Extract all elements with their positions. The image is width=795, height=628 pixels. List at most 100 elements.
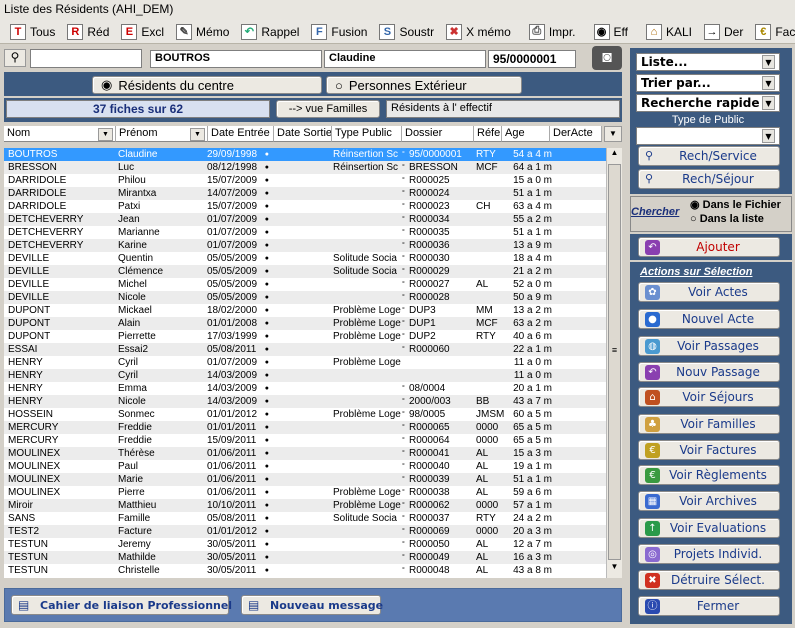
radio-exterieurs[interactable]: ○ Personnes Extérieur — [326, 76, 522, 94]
table-row[interactable]: HENRY Emma 14/03/2009 08/0004 ° 20 a 1 m — [4, 382, 606, 395]
table-row[interactable]: DETCHEVERRY Jean 01/07/2009 R000034 ° 55 a 2 … — [4, 213, 606, 226]
toolbar-button-12[interactable]: → Der — [698, 21, 749, 43]
footer-panel: ▤ Cahier de liaison Professionnel ▤ Nouvea… — [4, 588, 622, 622]
column-header[interactable]: Age — [502, 126, 550, 142]
action-button-12[interactable]: ✖ Détruire Sélect. — [638, 570, 780, 590]
action-button-2[interactable]: ● Nouvel Acte — [638, 309, 780, 329]
toolbar-button-2[interactable]: R Réd — [61, 21, 115, 43]
action-button-3[interactable]: ◍ Voir Passages — [638, 336, 780, 356]
rech-service-button[interactable]: ⚲ Rech/Service — [638, 146, 780, 166]
scroll-thumb[interactable]: ≡ — [608, 164, 621, 560]
column-header[interactable]: Dossier — [402, 126, 474, 142]
dans-fichier-label: Dans le Fichier — [702, 199, 781, 211]
action-button-13[interactable]: ⓘ Fermer — [638, 596, 780, 616]
table-row[interactable]: DEVILLE Quentin 05/05/2009 Solitude Socia R0… — [4, 252, 606, 265]
table-row[interactable]: MOULINEX Paul 01/06/2011 R000040 ° AL 19 a 1 m — [4, 460, 606, 473]
scroll-down-icon[interactable]: ▼ — [607, 562, 622, 576]
table-row[interactable]: TESTUN Jeremy 30/05/2011 R000050 ° AL 12 a 7 m — [4, 538, 606, 551]
table-row[interactable]: Miroir Matthieu 10/10/2011 Problème Loge R00… — [4, 499, 606, 512]
search-input[interactable] — [30, 49, 142, 68]
type-public-dropdown[interactable]: ▼ — [636, 127, 780, 145]
table-row[interactable]: HOSSEIN Sonmec 01/01/2012 Problème Loge 98/0… — [4, 408, 606, 421]
header-menu-icon[interactable]: ▼ — [604, 126, 622, 142]
camera-icon[interactable]: ◙ — [592, 46, 622, 70]
table-cell: 21 a 2 m — [513, 266, 552, 277]
toolbar-button-1[interactable]: T Tous — [4, 21, 61, 43]
toolbar-button-9[interactable]: ⎙ Impr. — [523, 21, 582, 43]
table-cell: 63 a 4 m — [513, 201, 552, 212]
table-row[interactable]: MOULINEX Marie 01/06/2011 R000039 ° AL 51 a 1 … — [4, 473, 606, 486]
toolbar-button-3[interactable]: E Excl — [115, 21, 170, 43]
column-header[interactable]: Date Sortie — [274, 126, 332, 142]
table-row[interactable]: HENRY Cyril 01/07/2009 Problème Loge 11 a 0 … — [4, 356, 606, 369]
vertical-scrollbar[interactable]: ▲ ≡ ▼ — [606, 148, 622, 578]
table-row[interactable]: DUPONT Alain 01/01/2008 Problème Loge DUP1 ° M… — [4, 317, 606, 330]
table-row[interactable]: DUPONT Mickael 18/02/2000 Problème Loge DUP3… — [4, 304, 606, 317]
table-cell: 65 a 5 m — [513, 435, 552, 446]
table-row[interactable]: SANS Famille 05/08/2011 Solitude Socia R0000… — [4, 512, 606, 525]
table-row[interactable]: BOUTROS Claudine 29/09/1998 Réinsertion Sc 9… — [4, 148, 606, 162]
column-header[interactable]: DerActe — [550, 126, 602, 142]
toolbar-button-8[interactable]: ✖ X mémo — [440, 21, 517, 43]
table-cell: 01/06/2011 — [207, 473, 269, 486]
exclure-icon: E — [121, 23, 138, 40]
action-button-7[interactable]: € Voir Factures — [638, 440, 780, 460]
table-row[interactable]: TEST2 Facture 01/01/2012 R000069 ° 0000 20 a 3… — [4, 525, 606, 538]
toolbar-button-11[interactable]: ⌂ KALI — [640, 21, 698, 43]
action-button-11[interactable]: ◎ Projets Individ. — [638, 544, 780, 564]
table-row[interactable]: TESTUN Mathilde 30/05/2011 R000049 ° AL 16 a 3… — [4, 551, 606, 564]
toolbar-button-6[interactable]: F Fusion — [305, 21, 373, 43]
toolbar-button-5[interactable]: ↶ Rappel — [235, 21, 305, 43]
table-row[interactable]: HENRY Nicole 14/03/2009 2000/003 ° BB 43 a 7 m — [4, 395, 606, 408]
table-row[interactable]: MERCURY Freddie 01/01/2011 R000065 ° 0000 65 a… — [4, 421, 606, 434]
action-button-5[interactable]: ⌂ Voir Séjours — [638, 387, 780, 407]
toolbar-button-4[interactable]: ✎ Mémo — [170, 21, 235, 43]
table-row[interactable]: DUPONT Pierrette 17/03/1999 Problème Loge DU… — [4, 330, 606, 343]
search-icon[interactable]: ⚲ — [4, 49, 26, 67]
table-row[interactable]: DARRIDOLE Patxi 15/07/2009 R000023 ° CH 63 a 4… — [4, 200, 606, 213]
table-row[interactable]: TESTUN Christelle 30/05/2011 R000048 ° AL 43 a… — [4, 564, 606, 577]
chevron-down-icon[interactable]: ▼ — [98, 128, 113, 141]
action-button-6[interactable]: ♣ Voir Familles — [638, 414, 780, 434]
liste-dropdown[interactable]: Liste... ▼ — [636, 53, 780, 71]
table-row[interactable]: DEVILLE Michel 05/05/2009 R000027 ° AL 52 a 0 … — [4, 278, 606, 291]
action-button-10[interactable]: ↑ Voir Evaluations — [638, 518, 780, 538]
table-cell: Solitude Socia — [333, 266, 397, 277]
table-row[interactable]: ESSAI Essai2 05/08/2011 R000060 ° 22 a 1 m — [4, 343, 606, 356]
table-row[interactable]: DARRIDOLE Mirantxa 14/07/2009 R000024 ° 51 a … — [4, 187, 606, 200]
vue-familles-button[interactable]: --> vue Familles — [276, 100, 380, 118]
table-row[interactable]: BRESSON Luc 08/12/1998 Réinsertion Sc BRESSO… — [4, 161, 606, 174]
table-row[interactable]: DETCHEVERRY Karine 01/07/2009 R000036 ° 13 a … — [4, 239, 606, 252]
chevron-down-icon[interactable]: ▼ — [190, 128, 205, 141]
scroll-up-icon[interactable]: ▲ — [607, 148, 622, 162]
ajouter-button[interactable]: ↶ Ajouter — [638, 237, 780, 257]
action-button-1[interactable]: ✿ Voir Actes — [638, 282, 780, 302]
column-header[interactable]: Type Public — [332, 126, 402, 142]
action-button-9[interactable]: ▦ Voir Archives — [638, 491, 780, 511]
table-row[interactable]: MOULINEX Pierre 01/06/2011 Problème Loge R00… — [4, 486, 606, 499]
cahier-liaison-button[interactable]: ▤ Cahier de liaison Professionnel — [11, 595, 232, 615]
table-row[interactable]: MERCURY Freddie 15/09/2011 R000064 ° 0000 65 a… — [4, 434, 606, 447]
action-button-4[interactable]: ↶ Nouv Passage — [638, 362, 780, 382]
column-header[interactable]: Réfe — [474, 126, 502, 142]
recherche-dropdown[interactable]: Recherche rapide ▼ — [636, 94, 780, 112]
table-row[interactable]: DEVILLE Nicole 05/05/2009 R000028 ° 50 a 9 m — [4, 291, 606, 304]
nouveau-message-button[interactable]: ▤ Nouveau message — [241, 595, 383, 615]
column-header[interactable]: Date Entrée — [208, 126, 274, 142]
table-cell — [333, 382, 405, 395]
action-button-8[interactable]: € Voir Règlements — [638, 465, 780, 485]
toolbar-button-7[interactable]: S Soustr — [373, 21, 440, 43]
trier-dropdown[interactable]: Trier par... ▼ — [636, 74, 780, 92]
radio-residents[interactable]: ◉ Résidents du centre — [92, 76, 322, 94]
rech-sejour-button[interactable]: ⚲ Rech/Séjour — [638, 169, 780, 189]
radio-dans-liste[interactable]: ○ Dans la liste — [690, 213, 764, 225]
table-cell — [409, 356, 475, 369]
table-row[interactable]: MOULINEX Thérèse 01/06/2011 R000041 ° AL 15 a … — [4, 447, 606, 460]
table-row[interactable]: HENRY Cyril 14/03/2009 11 a 0 m — [4, 369, 606, 382]
toolbar-button-10[interactable]: ◉ Eff — [588, 21, 634, 43]
table-row[interactable]: DETCHEVERRY Marianne 01/07/2009 R000035 ° 51 … — [4, 226, 606, 239]
radio-dans-fichier[interactable]: ◉ Dans le Fichier — [690, 198, 781, 211]
table-row[interactable]: DEVILLE Clémence 05/05/2009 Solitude Socia R… — [4, 265, 606, 278]
toolbar-button-13[interactable]: €Fact — [749, 21, 795, 43]
table-row[interactable]: DARRIDOLE Philou 15/07/2009 R000025 ° 15 a 0 … — [4, 174, 606, 187]
